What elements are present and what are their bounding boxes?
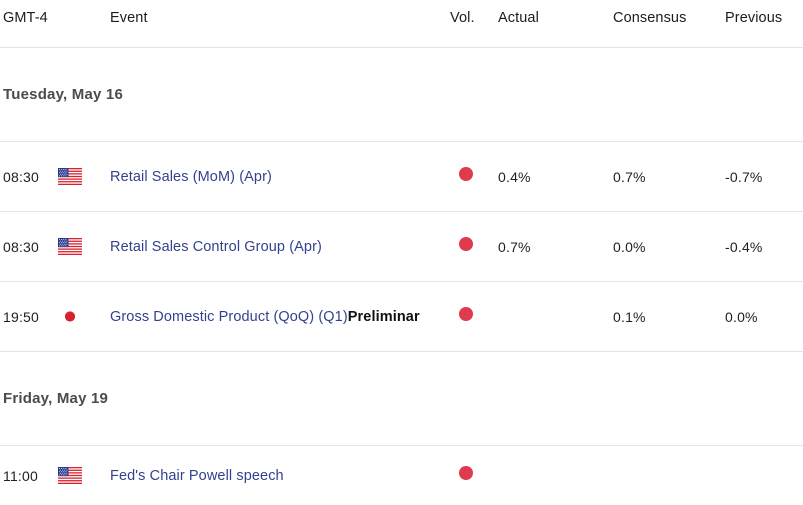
- date-group-header: Tuesday, May 16: [0, 48, 803, 141]
- consensus-value: 0.7%: [613, 169, 725, 185]
- date-group-label: Tuesday, May 16: [0, 86, 123, 103]
- country-flag-cell: [55, 308, 110, 325]
- event-time: 08:30: [0, 239, 55, 255]
- volatility-cell: [450, 466, 498, 485]
- event-name-cell[interactable]: Retail Sales (MoM) (Apr): [110, 168, 450, 186]
- table-row[interactable]: 19:50 Gross Domestic Product (QoQ) (Q1)P…: [0, 282, 803, 351]
- country-flag-cell: [55, 168, 110, 185]
- event-time: 11:00: [0, 468, 55, 484]
- event-time: 08:30: [0, 169, 55, 185]
- previous-value: 0.0%: [725, 309, 803, 325]
- event-qualifier: Preliminar: [348, 309, 420, 325]
- consensus-value: 0.1%: [613, 309, 725, 325]
- date-group-header: Friday, May 19: [0, 352, 803, 445]
- column-header-volatility: Vol.: [450, 3, 498, 28]
- event-name-cell[interactable]: Fed's Chair Powell speech: [110, 467, 450, 485]
- volatility-cell: [450, 167, 498, 186]
- event-link-text: Gross Domestic Product (QoQ) (Q1): [110, 309, 348, 325]
- event-link[interactable]: Retail Sales Control Group (Apr): [110, 239, 322, 255]
- date-group-label: Friday, May 19: [0, 390, 108, 407]
- column-header-actual: Actual: [498, 3, 613, 28]
- high-volatility-dot-icon: [459, 237, 473, 251]
- table-row[interactable]: 08:30: [0, 212, 803, 281]
- event-link[interactable]: Retail Sales (MoM) (Apr): [110, 169, 272, 185]
- volatility-cell: [450, 237, 498, 256]
- column-header-consensus: Consensus: [613, 3, 725, 28]
- event-name-cell[interactable]: Retail Sales Control Group (Apr): [110, 238, 450, 256]
- column-header-event: Event: [110, 3, 450, 28]
- event-link[interactable]: Gross Domestic Product (QoQ) (Q1)Prelimi…: [110, 309, 420, 325]
- table-row[interactable]: 11:00: [0, 446, 803, 505]
- high-volatility-dot-icon: [459, 466, 473, 480]
- flag-united-states-icon: [58, 238, 82, 255]
- high-volatility-dot-icon: [459, 167, 473, 181]
- column-header-time: GMT-4: [0, 3, 55, 28]
- country-flag-cell: [55, 238, 110, 255]
- high-volatility-dot-icon: [459, 307, 473, 321]
- country-flag-cell: [55, 467, 110, 484]
- flag-united-states-icon: [58, 467, 82, 484]
- table-row[interactable]: 08:30: [0, 142, 803, 211]
- event-time: 19:50: [0, 309, 55, 325]
- table-header-row: GMT-4 Event Vol. Actual Consensus Previo…: [0, 0, 803, 47]
- consensus-value: 0.0%: [613, 239, 725, 255]
- volatility-cell: [450, 307, 498, 326]
- flag-united-states-icon: [58, 168, 82, 185]
- flag-japan-icon: [58, 308, 82, 325]
- actual-value: 0.4%: [498, 169, 613, 185]
- previous-value: -0.7%: [725, 169, 803, 185]
- event-link[interactable]: Fed's Chair Powell speech: [110, 468, 284, 484]
- column-header-previous: Previous: [725, 3, 803, 28]
- event-name-cell[interactable]: Gross Domestic Product (QoQ) (Q1)Prelimi…: [110, 308, 450, 326]
- previous-value: -0.4%: [725, 239, 803, 255]
- actual-value: 0.7%: [498, 239, 613, 255]
- economic-calendar: GMT-4 Event Vol. Actual Consensus Previo…: [0, 0, 803, 505]
